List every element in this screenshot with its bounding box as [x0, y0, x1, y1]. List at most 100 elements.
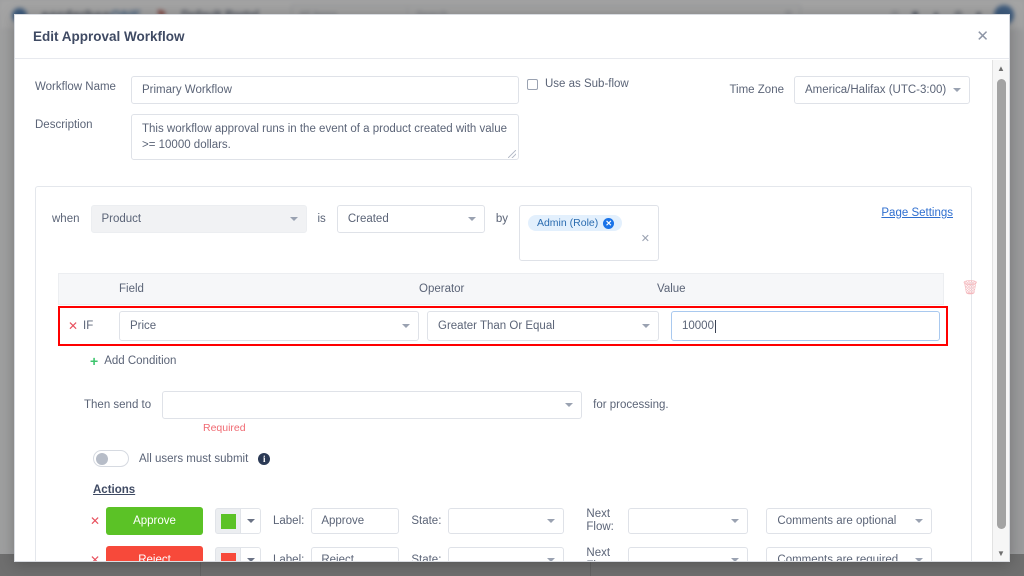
next-flow-caption-line2: Flow: — [586, 560, 613, 561]
color-dropdown-button[interactable] — [240, 509, 260, 533]
modal-header: Edit Approval Workflow ✕ — [15, 15, 1009, 59]
clear-icon[interactable]: ✕ — [641, 232, 650, 245]
use-as-subflow-control[interactable]: Use as Sub-flow — [527, 78, 629, 90]
timezone-value: America/Halifax (UTC-3:00) — [805, 84, 947, 96]
role-chip-label: Admin (Role) — [536, 217, 599, 229]
workflow-name-input[interactable]: Primary Workflow — [131, 76, 519, 104]
column-operator: Operator — [419, 283, 465, 295]
condition-operator-select[interactable]: Greater Than Or Equal — [427, 311, 659, 341]
entity-value: Product — [101, 213, 142, 225]
remove-action-icon[interactable]: ✕ — [84, 514, 106, 528]
reject-state-select[interactable] — [448, 547, 565, 561]
next-flow-caption-line2: Flow: — [586, 521, 614, 533]
approve-button[interactable]: Approve — [106, 507, 203, 535]
reject-button[interactable]: Reject — [106, 546, 203, 561]
send-to-label: Then send to — [84, 399, 152, 411]
role-chip[interactable]: Admin (Role) ✕ — [527, 215, 623, 231]
approve-next-flow-caption: Next Flow: — [586, 508, 622, 534]
info-icon[interactable]: i — [258, 452, 271, 465]
reject-label-input[interactable]: Reject — [311, 547, 400, 561]
workflow-name-label: Workflow Name — [35, 81, 116, 93]
conditions-section: Field Operator Value ✕ IF Price Greater … — [58, 273, 979, 369]
rule-panel: when Product is Created by Admin (Role) … — [35, 186, 979, 561]
condition-value-text: 10000 — [682, 320, 714, 332]
send-to-row: Then send to for processing. — [84, 391, 971, 419]
condition-row: ✕ IF Price Greater Than Or Equal 10000 — [58, 306, 948, 346]
condition-field-value: Price — [130, 320, 157, 332]
timezone-select[interactable]: America/Halifax (UTC-3:00) — [794, 76, 970, 104]
approve-state-select[interactable] — [448, 508, 565, 534]
approve-next-flow-select[interactable] — [628, 508, 749, 534]
when-label: when — [52, 213, 80, 225]
description-row: Description This workflow approval runs … — [35, 114, 972, 160]
action-row-approve: ✕ Approve Label: Approve State: Next Flo… — [84, 507, 971, 535]
send-to-select[interactable] — [162, 391, 583, 419]
approve-label-caption: Label: — [273, 515, 305, 527]
chevron-down-icon — [731, 519, 740, 523]
trigger-row: when Product is Created by Admin (Role) … — [36, 199, 971, 263]
timezone-control: Time Zone America/Halifax (UTC-3:00) — [729, 76, 970, 104]
scrollbar-thumb[interactable] — [997, 79, 1006, 529]
approve-color-picker[interactable] — [215, 508, 261, 534]
for-processing-label: for processing. — [593, 399, 669, 411]
event-select[interactable]: Created — [336, 205, 485, 233]
page-settings-link[interactable]: Page Settings — [881, 207, 953, 219]
close-icon[interactable]: ✕ — [974, 25, 991, 48]
reject-state-caption: State: — [411, 554, 442, 561]
description-label: Description — [35, 119, 93, 131]
condition-value-input[interactable]: 10000 — [671, 311, 940, 341]
conditions-header: Field Operator Value — [58, 273, 944, 305]
color-swatch[interactable] — [216, 509, 240, 533]
remove-condition-icon[interactable]: ✕ — [63, 319, 83, 333]
trigger-by-field[interactable]: Admin (Role) ✕ ✕ — [518, 205, 659, 261]
next-flow-caption-line1: Next — [586, 547, 611, 559]
scroll-up-icon[interactable]: ▲ — [993, 60, 1009, 76]
use-as-subflow-checkbox[interactable] — [527, 78, 538, 90]
chevron-down-icon — [731, 558, 740, 561]
modal-scrollbar[interactable]: ▲ ▼ — [992, 60, 1009, 561]
reject-next-flow-select[interactable] — [628, 547, 749, 561]
chevron-down-icon — [402, 324, 410, 328]
chevron-down-icon — [467, 217, 476, 221]
toggle-knob — [96, 453, 108, 465]
all-users-row: All users must submit i — [93, 450, 971, 467]
chip-remove-icon[interactable]: ✕ — [603, 217, 615, 229]
entity-select[interactable]: Product — [90, 205, 307, 233]
scroll-down-icon[interactable]: ▼ — [993, 545, 1009, 561]
description-text: This workflow approval runs in the event… — [142, 123, 507, 151]
event-value: Created — [347, 213, 389, 225]
condition-operator-value: Greater Than Or Equal — [438, 320, 555, 332]
all-users-toggle[interactable] — [93, 450, 129, 467]
reject-comments-value: Comments are required — [777, 554, 899, 561]
actions-title: Actions — [93, 484, 136, 496]
approve-comments-select[interactable]: Comments are optional — [766, 508, 933, 534]
approve-label-input[interactable]: Approve — [311, 508, 400, 534]
next-flow-caption-line1: Next — [586, 508, 611, 520]
plus-icon: + — [90, 353, 99, 369]
condition-field-select[interactable]: Price — [119, 311, 419, 341]
send-to-error: Required — [203, 422, 246, 434]
color-dropdown-button[interactable] — [240, 548, 260, 561]
by-label: by — [495, 213, 508, 225]
reject-color-picker[interactable] — [215, 547, 261, 561]
chevron-down-icon — [289, 217, 298, 221]
text-cursor — [714, 319, 716, 333]
reject-comments-select[interactable]: Comments are required — [766, 547, 933, 561]
chevron-down-icon — [246, 519, 255, 523]
remove-action-icon[interactable]: ✕ — [84, 553, 106, 561]
all-users-label: All users must submit — [139, 452, 249, 465]
action-row-reject: ✕ Reject Label: Reject State: Next Flow: — [84, 546, 971, 561]
chevron-down-icon — [915, 558, 924, 561]
chevron-down-icon — [547, 519, 556, 523]
description-textarea[interactable]: This workflow approval runs in the event… — [131, 114, 519, 160]
color-swatch[interactable] — [216, 548, 240, 561]
resize-grip-icon[interactable] — [508, 150, 516, 158]
use-as-subflow-label: Use as Sub-flow — [545, 78, 629, 90]
column-field: Field — [119, 283, 144, 295]
edit-approval-workflow-modal: Edit Approval Workflow ✕ ▲ ▼ Workflow Na… — [14, 14, 1010, 562]
add-condition-button[interactable]: + Add Condition — [90, 353, 951, 369]
approve-comments-value: Comments are optional — [777, 515, 897, 527]
modal-title: Edit Approval Workflow — [33, 29, 185, 44]
trash-icon[interactable]: 🗑 — [961, 279, 979, 296]
condition-prefix: IF — [83, 320, 94, 332]
